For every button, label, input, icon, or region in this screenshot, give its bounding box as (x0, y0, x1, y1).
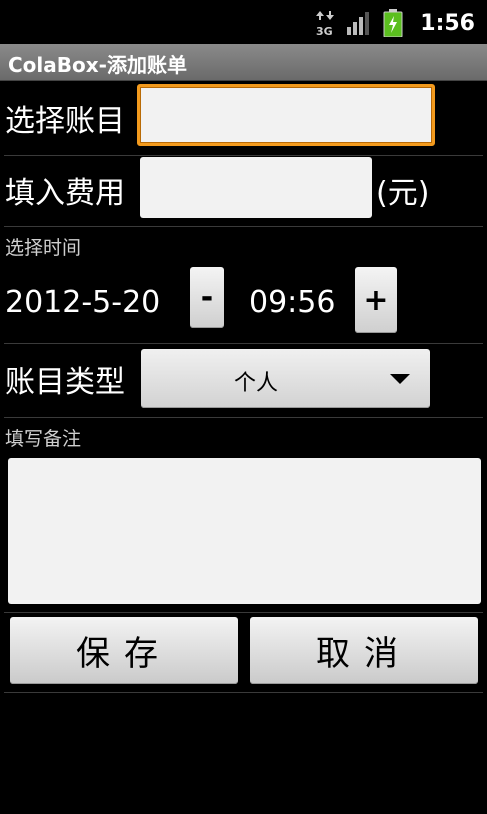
divider (4, 692, 483, 693)
cancel-button[interactable]: 取消 (250, 617, 478, 684)
account-label: 选择账目 (5, 104, 125, 139)
status-bar: 3G 1:56 (0, 0, 487, 44)
app-title: ColaBox-添加账单 (8, 53, 187, 77)
time-value[interactable]: 09:56 (249, 285, 335, 320)
time-section-label: 选择时间 (5, 237, 82, 259)
date-value[interactable]: 2012-5-20 (5, 285, 160, 320)
divider (4, 417, 483, 418)
cost-label: 填入费用 (5, 176, 125, 211)
account-input[interactable] (137, 84, 435, 146)
increment-button[interactable]: + (355, 267, 397, 333)
status-clock: 1:56 (420, 10, 475, 36)
type-label: 账目类型 (5, 365, 125, 400)
divider (4, 155, 483, 156)
app-title-bar: ColaBox-添加账单 (0, 44, 487, 81)
3g-data-icon: 3G (316, 11, 335, 37)
type-dropdown[interactable]: 个人 (141, 349, 430, 408)
divider (4, 343, 483, 344)
save-button[interactable]: 保存 (10, 617, 238, 684)
type-dropdown-value: 个人 (233, 371, 278, 396)
divider (4, 612, 483, 613)
signal-strength-icon (347, 12, 370, 35)
cost-unit-label: (元) (376, 176, 430, 211)
divider (4, 226, 483, 227)
battery-charging-icon (383, 9, 403, 37)
decrement-button[interactable]: - (190, 267, 224, 328)
dropdown-arrow-icon (390, 374, 410, 384)
cost-input[interactable] (140, 157, 372, 218)
svg-text:3G: 3G (316, 25, 333, 37)
note-section-label: 填写备注 (5, 428, 82, 450)
note-textarea[interactable] (8, 458, 481, 604)
